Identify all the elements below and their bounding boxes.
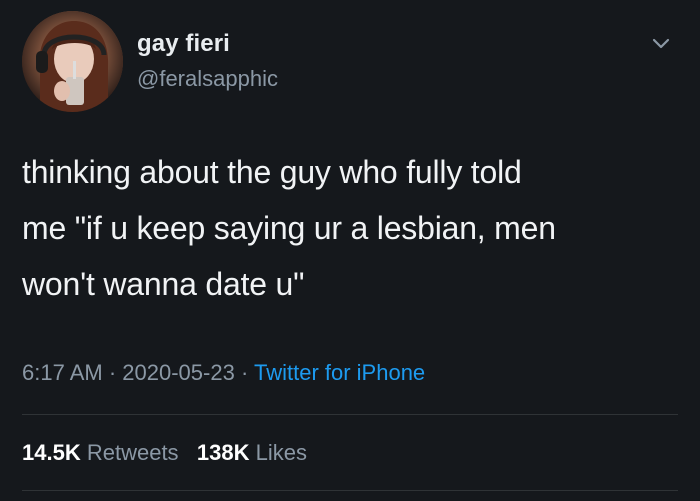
tweet-text-line: won't wanna date u" bbox=[22, 266, 305, 302]
avatar[interactable] bbox=[22, 11, 123, 112]
display-name[interactable]: gay fieri bbox=[137, 30, 230, 58]
tweet-source-link[interactable]: Twitter for iPhone bbox=[254, 360, 425, 385]
avatar-image bbox=[22, 11, 123, 112]
divider bbox=[22, 414, 678, 415]
tweet-text-line: thinking about the guy who fully told bbox=[22, 154, 522, 190]
tweet-date[interactable]: 2020-05-23 bbox=[122, 360, 235, 385]
retweets-count: 14.5K bbox=[22, 440, 81, 465]
meta-separator: · bbox=[234, 360, 254, 385]
tweet-time[interactable]: 6:17 AM bbox=[22, 360, 103, 385]
tweet-meta: 6:17 AM · 2020-05-23 · Twitter for iPhon… bbox=[22, 360, 425, 386]
likes-stat[interactable]: 138K Likes bbox=[197, 440, 307, 465]
engagement-stats: 14.5K Retweets 138K Likes bbox=[22, 440, 307, 466]
meta-separator: · bbox=[102, 360, 123, 385]
chevron-down-icon[interactable] bbox=[650, 32, 672, 54]
retweets-label: Retweets bbox=[86, 440, 179, 465]
likes-count: 138K bbox=[196, 440, 250, 465]
likes-label: Likes bbox=[255, 440, 307, 465]
tweet-text: thinking about the guy who fully told me… bbox=[22, 144, 682, 312]
divider bbox=[22, 490, 678, 491]
user-handle[interactable]: @feralsapphic bbox=[137, 66, 278, 92]
tweet-card: gay fieri @feralsapphic thinking about t… bbox=[0, 0, 700, 501]
tweet-text-line: me "if u keep saying ur a lesbian, men bbox=[22, 210, 556, 246]
retweets-stat[interactable]: 14.5K Retweets bbox=[22, 440, 179, 465]
